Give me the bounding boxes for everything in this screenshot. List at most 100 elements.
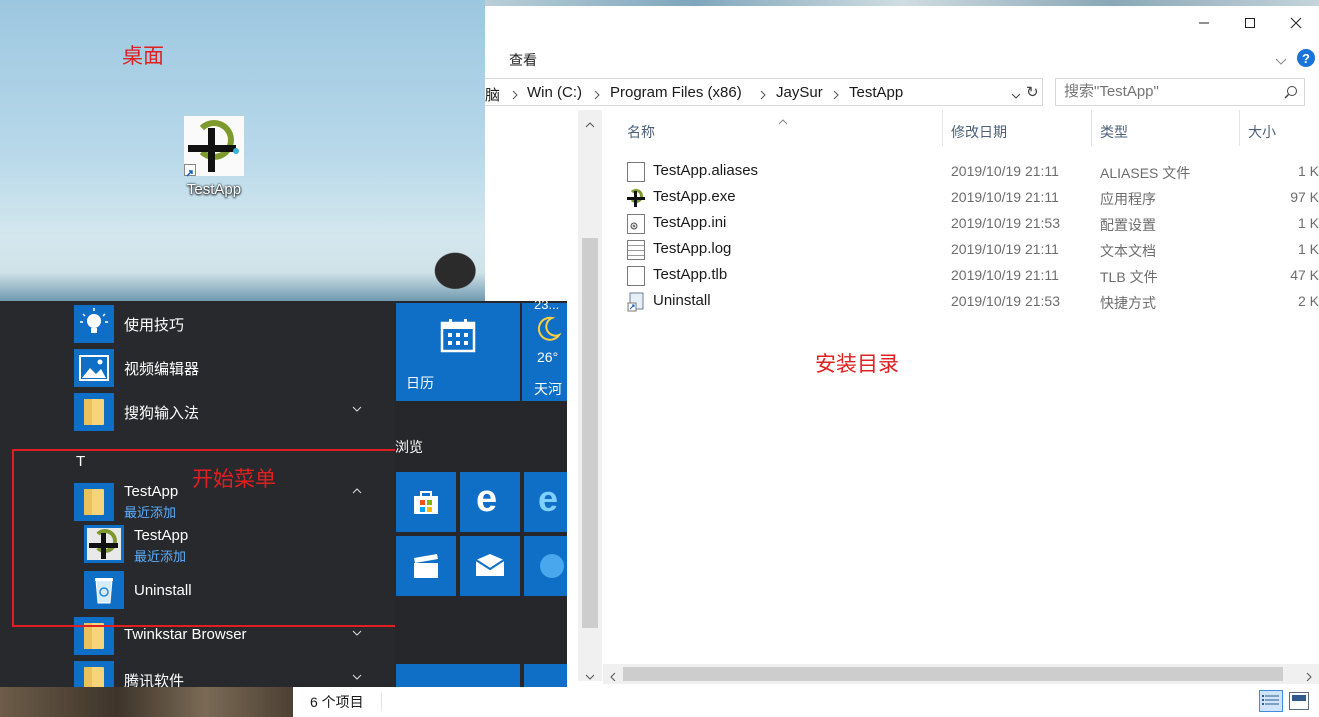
file-size: 47 K	[1290, 267, 1319, 283]
app-label: 使用技巧	[124, 317, 185, 334]
navigation-pane-scrollbar[interactable]	[578, 110, 602, 681]
help-icon[interactable]: ?	[1297, 49, 1315, 67]
wallpaper-bottom-strip	[0, 687, 293, 717]
chevron-down-icon[interactable]	[352, 674, 362, 684]
file-type: 应用程序	[1100, 191, 1156, 207]
clapperboard-icon	[414, 554, 438, 578]
breadcrumb-separator-icon	[832, 87, 840, 100]
breadcrumb-item[interactable]: 脑	[485, 84, 500, 105]
moon-icon	[537, 316, 562, 341]
file-list: 名称 修改日期 类型 大小 TestApp.aliases 2019/10/19…	[603, 110, 1319, 664]
app-label: 腾讯软件	[124, 673, 185, 687]
file-size: 1 K	[1297, 215, 1319, 231]
desktop-annotation: 桌面	[122, 45, 164, 68]
tile-movies[interactable]	[396, 536, 456, 596]
large-icons-view-icon[interactable]	[1289, 692, 1309, 710]
file-explorer-window: 查看 ? 脑 Win (C:) Program Files (x86) JayS…	[485, 6, 1319, 687]
mail-icon	[475, 554, 505, 576]
app-label: 视频编辑器	[124, 361, 200, 378]
breadcrumb-item[interactable]: TestApp	[849, 84, 903, 101]
address-dropdown-icon[interactable]	[1011, 87, 1021, 105]
desktop-shortcut-testapp[interactable]: TestApp	[176, 116, 252, 198]
tile-bottom[interactable]	[396, 664, 520, 687]
scrollbar-thumb[interactable]	[582, 238, 598, 628]
weather-temperature: 26°	[537, 349, 559, 365]
tile-bottom[interactable]	[524, 664, 567, 687]
tile-store[interactable]	[396, 472, 456, 532]
breadcrumb-separator-icon	[759, 87, 767, 100]
column-divider[interactable]	[1091, 110, 1092, 146]
scroll-down-icon[interactable]	[585, 668, 595, 686]
blank-file-icon	[627, 162, 645, 182]
address-bar[interactable]: 脑 Win (C:) Program Files (x86) JaySur Te…	[485, 78, 1043, 106]
app-folder-tencent[interactable]: 腾讯软件	[0, 657, 395, 687]
breadcrumb-item[interactable]: Win (C:)	[527, 84, 582, 101]
install-dir-annotation: 安装目录	[815, 353, 899, 376]
scroll-right-icon[interactable]	[1305, 669, 1313, 687]
column-header-type[interactable]: 类型	[1100, 122, 1128, 142]
tab-view[interactable]: 查看	[509, 50, 537, 70]
details-view-icon[interactable]	[1259, 690, 1283, 712]
start-menu: 使用技巧 视频编辑器 搜狗输入法 T TestApp 最近添加 TestApp …	[0, 301, 567, 687]
scroll-left-icon[interactable]	[609, 669, 617, 687]
app-item-video-editor[interactable]: 视频编辑器	[0, 345, 395, 387]
folder-icon	[74, 393, 114, 431]
file-size: 97 K	[1290, 189, 1319, 205]
tile-group-label[interactable]: 浏览	[395, 437, 423, 457]
calendar-icon	[440, 319, 476, 353]
breadcrumb-item[interactable]: Program Files (x86)	[610, 84, 742, 101]
breadcrumb-item[interactable]: JaySur	[776, 84, 823, 101]
search-icon[interactable]	[1284, 85, 1298, 104]
ribbon-expand-icon[interactable]	[1275, 53, 1287, 71]
tile-edge[interactable]: e	[460, 472, 520, 532]
file-type: ALIASES 文件	[1100, 165, 1191, 181]
tile-weather[interactable]: 23... 26° 天河	[522, 301, 567, 401]
file-row[interactable]: TestApp.exe 2019/10/19 21:11 应用程序 97 K	[603, 184, 1319, 210]
chevron-down-icon[interactable]	[352, 406, 362, 416]
weather-city: 天河	[534, 381, 562, 397]
file-date: 2019/10/19 21:53	[951, 293, 1060, 309]
item-count: 6 个项目	[310, 694, 364, 710]
maximize-button[interactable]	[1227, 6, 1273, 40]
file-name: TestApp.aliases	[653, 162, 759, 179]
status-divider	[381, 693, 382, 711]
app-folder-sogou[interactable]: 搜狗输入法	[0, 389, 395, 431]
column-header-date[interactable]: 修改日期	[951, 122, 1007, 142]
column-header-name[interactable]: 名称	[627, 122, 655, 142]
scrollbar-thumb[interactable]	[623, 667, 1283, 681]
title-bar	[485, 6, 1319, 40]
app-item-tips[interactable]: 使用技巧	[0, 301, 395, 343]
search-box[interactable]	[1055, 78, 1305, 106]
file-row[interactable]: TestApp.ini 2019/10/19 21:53 配置设置 1 K	[603, 210, 1319, 236]
blank-file-icon	[627, 266, 645, 286]
tile-internet-explorer[interactable]: e	[524, 472, 567, 532]
close-button[interactable]	[1273, 6, 1319, 40]
app-list: 使用技巧 视频编辑器 搜狗输入法 T TestApp 最近添加 TestApp …	[0, 301, 403, 687]
file-row[interactable]: Uninstall 2019/10/19 21:53 快捷方式 2 K	[603, 288, 1319, 314]
tile-label: 日历	[406, 375, 434, 391]
file-row[interactable]: TestApp.log 2019/10/19 21:11 文本文档 1 K	[603, 236, 1319, 262]
app-round-icon	[540, 554, 564, 578]
horizontal-scrollbar[interactable]	[603, 664, 1319, 684]
tile-calendar[interactable]: 日历	[396, 303, 520, 401]
column-header-size[interactable]: 大小	[1248, 122, 1276, 142]
file-type: TLB 文件	[1100, 269, 1158, 285]
weather-top-text: 23...	[534, 301, 560, 312]
file-row[interactable]: TestApp.aliases 2019/10/19 21:11 ALIASES…	[603, 158, 1319, 184]
tile-mail[interactable]	[460, 536, 520, 596]
search-input[interactable]	[1064, 83, 1274, 100]
shortcut-icon	[627, 292, 645, 312]
tile-app[interactable]	[524, 536, 567, 596]
file-name: TestApp.exe	[653, 188, 736, 205]
column-divider[interactable]	[942, 110, 943, 146]
refresh-icon[interactable]: ↻	[1026, 83, 1039, 101]
testapp-logo-icon	[184, 116, 244, 177]
chevron-down-icon[interactable]	[352, 630, 362, 640]
start-menu-annotation: 开始菜单	[192, 468, 276, 491]
scroll-up-icon[interactable]	[585, 116, 595, 134]
file-name: TestApp.ini	[653, 214, 727, 231]
file-row[interactable]: TestApp.tlb 2019/10/19 21:11 TLB 文件 47 K	[603, 262, 1319, 288]
minimize-button[interactable]	[1181, 6, 1227, 40]
file-type: 快捷方式	[1100, 295, 1156, 311]
column-divider[interactable]	[1239, 110, 1240, 146]
